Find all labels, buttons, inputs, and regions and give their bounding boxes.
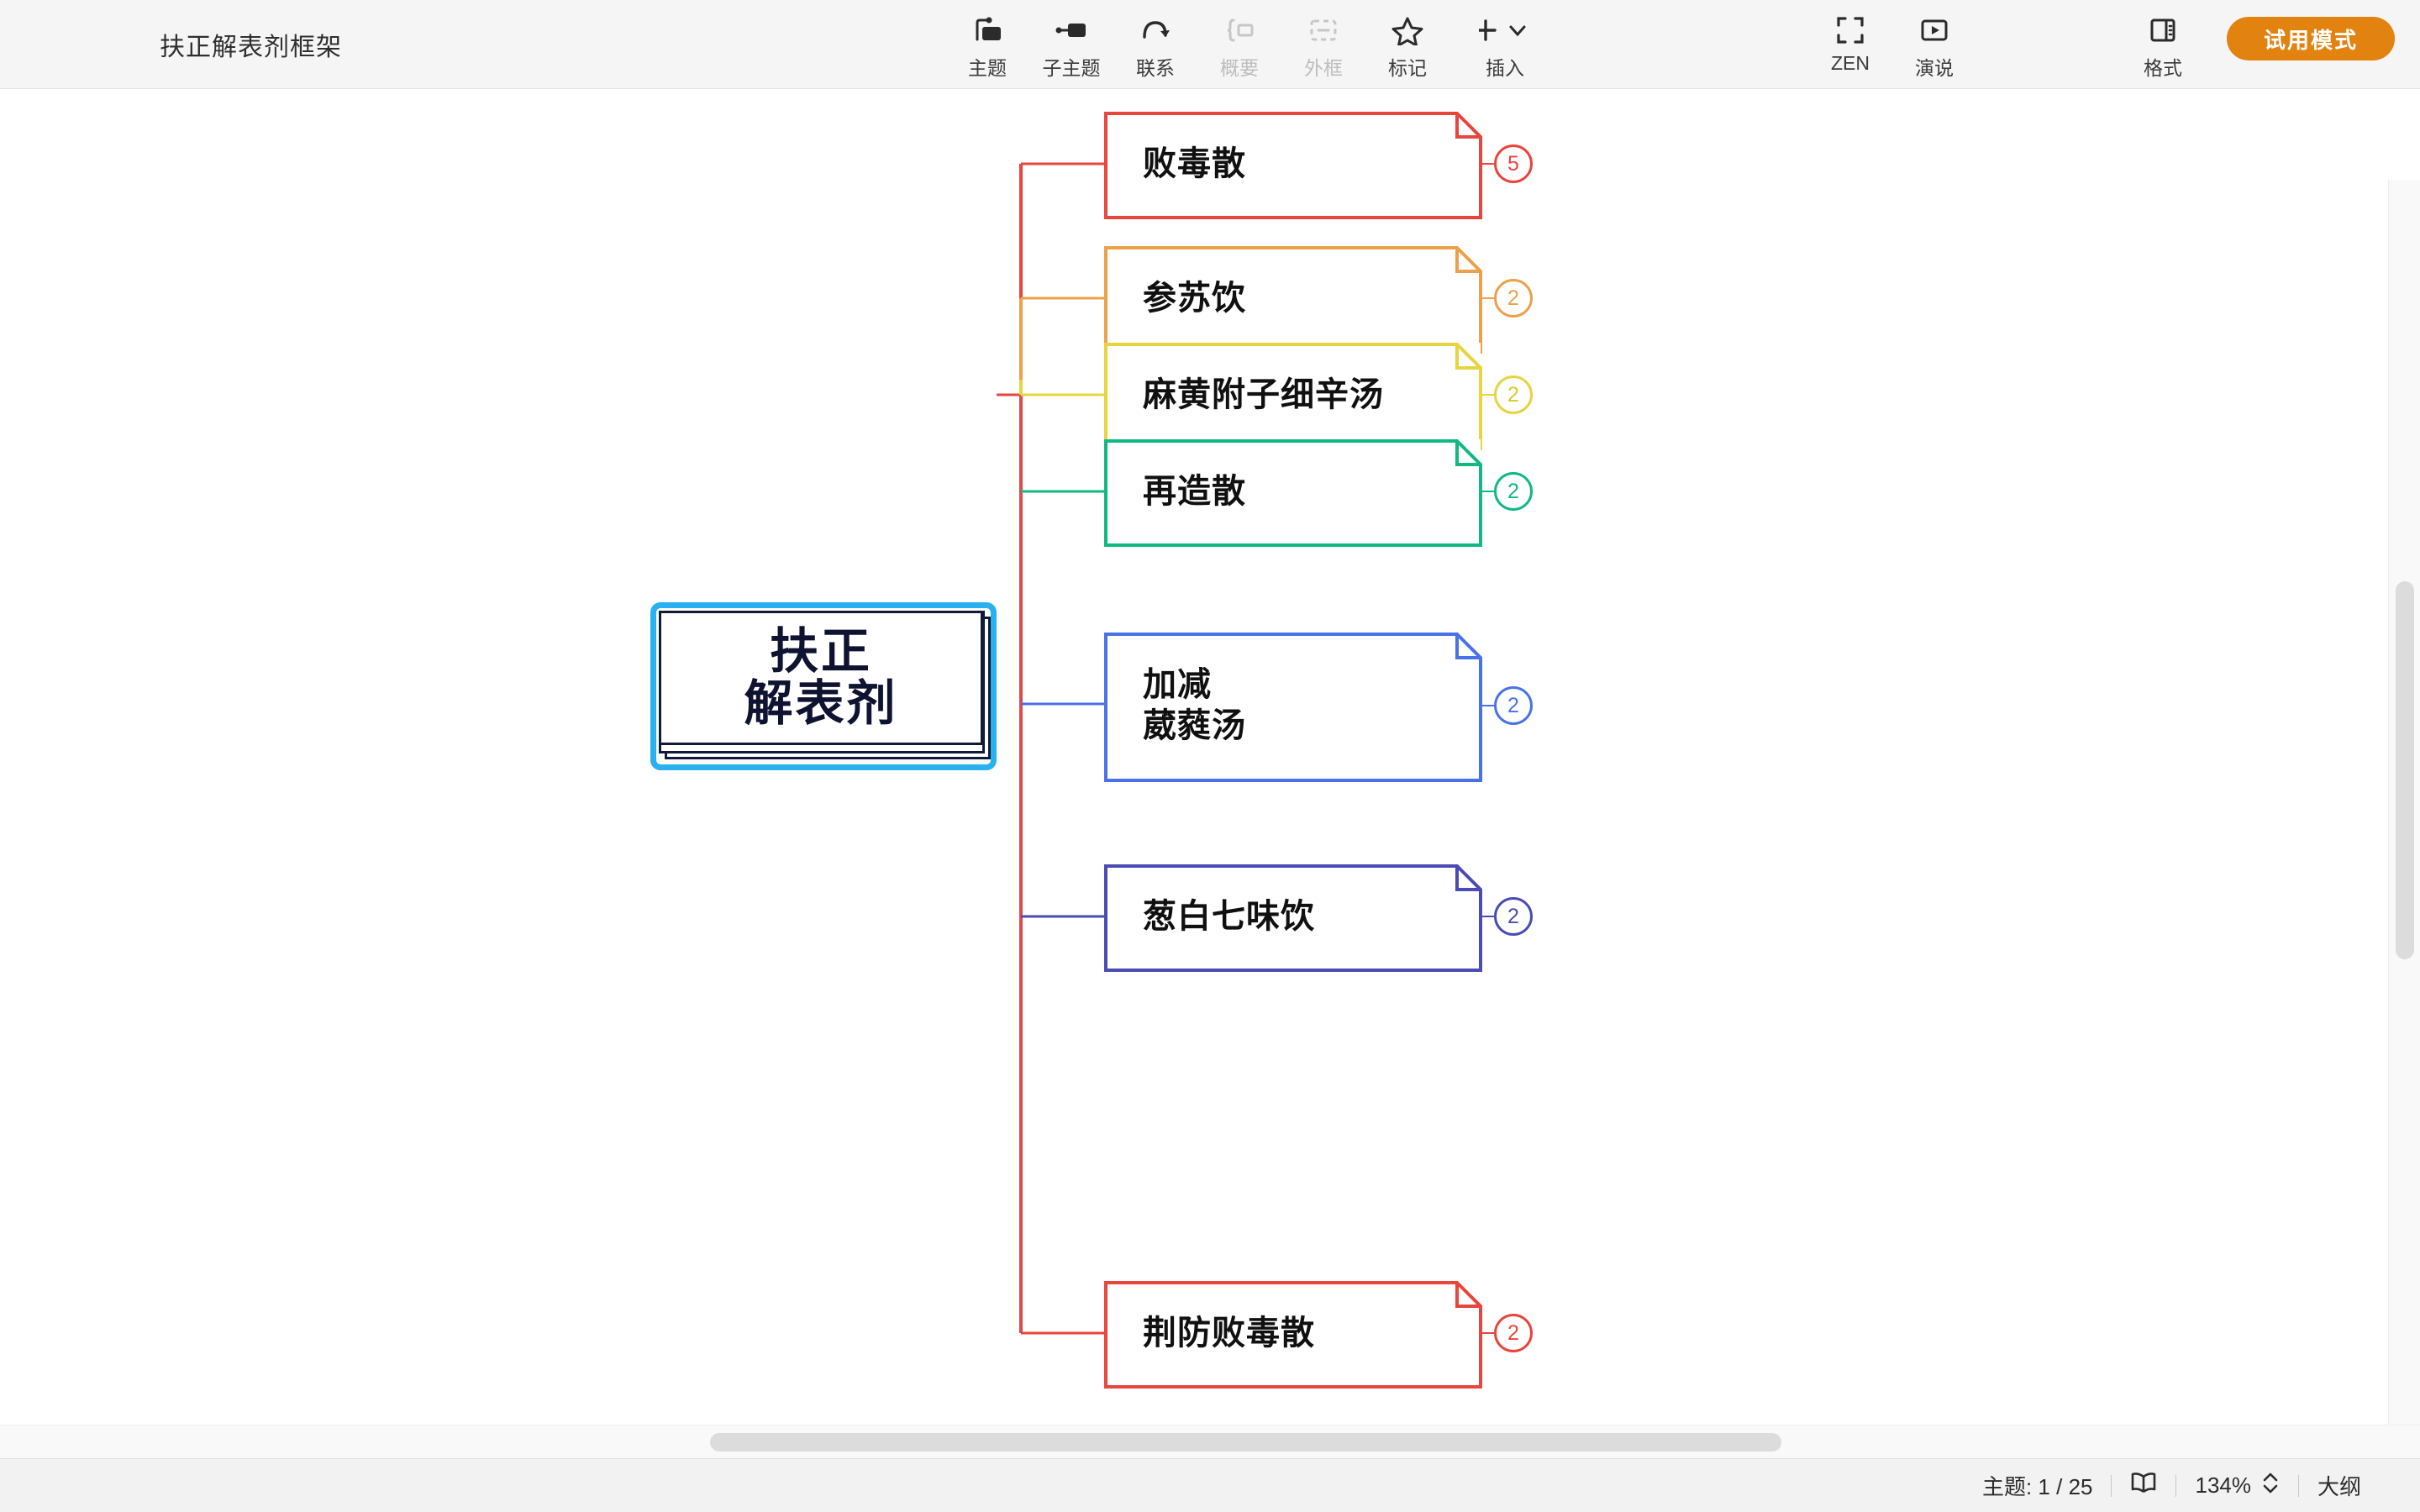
node-label: 荆防败毒散 xyxy=(1143,1281,1447,1385)
node-badge-stub xyxy=(1482,1332,1494,1334)
node-label: 再造散 xyxy=(1143,439,1447,543)
format-panel-icon xyxy=(2149,13,2177,47)
node-badge[interactable]: 2 xyxy=(1494,686,1533,725)
toolbar-label-zen: ZEN xyxy=(1831,52,1870,74)
node-label-line: 葱白七味饮 xyxy=(1143,897,1315,935)
zoom-control[interactable]: 134% xyxy=(2176,1470,2298,1501)
node-badge-stub xyxy=(1482,705,1494,706)
toolbar-label-marker: 标记 xyxy=(1388,57,1427,79)
node-badge-stub xyxy=(1482,394,1494,396)
node-badge[interactable]: 2 xyxy=(1494,375,1533,414)
status-bar-items: 主题: 1 / 25 134% 大纲 xyxy=(1964,1470,2420,1501)
mindmap-node[interactable]: 参苏饮 2 xyxy=(1104,246,1533,354)
toolbar-button-topic[interactable]: 主题 xyxy=(945,5,1029,84)
topic-icon xyxy=(971,13,1003,47)
toolbar-label-relationship: 联系 xyxy=(1136,57,1175,79)
plus-insert-icon xyxy=(1479,13,1531,47)
chevron-up-down-icon[interactable] xyxy=(2261,1470,2280,1501)
node-badge-stub xyxy=(1482,163,1494,165)
node-label-line: 荆防败毒散 xyxy=(1143,1314,1315,1352)
toolbar-button-zen[interactable]: ZEN xyxy=(1808,5,1892,84)
node-badge[interactable]: 5 xyxy=(1494,144,1533,183)
mindmap-node[interactable]: 荆防败毒散 2 xyxy=(1104,1281,1533,1389)
node-label-line: 加减 xyxy=(1143,666,1212,704)
presentation-play-icon xyxy=(1919,13,1949,47)
summary-icon xyxy=(1223,13,1255,47)
map-book-icon xyxy=(2130,1471,2157,1500)
node-label-line: 参苏饮 xyxy=(1143,279,1246,317)
mindmap-node[interactable]: 麻黄附子细辛汤 2 xyxy=(1104,343,1533,450)
mindmap-canvas[interactable]: 扶正 解表剂 败毒散 5 参苏饮 2 麻黄附子细辛汤 2 再造散 2 加减 葳蕤… xyxy=(0,90,2420,1425)
node-label: 加减 葳蕤汤 xyxy=(1143,633,1447,779)
node-badge-stub xyxy=(1482,297,1494,299)
toolbar-button-subtopic[interactable]: 子主题 xyxy=(1029,5,1113,84)
toolbar-button-format[interactable]: 格式 xyxy=(2121,5,2205,84)
horizontal-scrollbar-thumb[interactable] xyxy=(710,1433,1781,1452)
boundary-icon xyxy=(1307,13,1339,47)
mindmap-layer: 扶正 解表剂 败毒散 5 参苏饮 2 麻黄附子细辛汤 2 再造散 2 加减 葳蕤… xyxy=(0,90,2420,1425)
toolbar-button-relationship[interactable]: 联系 xyxy=(1113,5,1197,84)
toolbar-label-summary: 概要 xyxy=(1220,57,1259,79)
trial-mode-button[interactable]: 试用模式 xyxy=(2227,17,2395,60)
zoom-level-label: 134% xyxy=(2195,1473,2251,1498)
node-badge-stub xyxy=(1482,491,1494,492)
node-label-line: 麻黄附子细辛汤 xyxy=(1143,375,1384,413)
root-selection-outline xyxy=(650,602,997,770)
subtopic-icon xyxy=(1055,13,1088,47)
toolbar-button-presentation[interactable]: 演说 xyxy=(1892,5,1976,84)
node-badge[interactable]: 2 xyxy=(1494,897,1533,936)
toolbar-label-format: 格式 xyxy=(2144,57,2182,79)
topic-count-label: 主题: 1 / 25 xyxy=(1981,1474,2093,1499)
document-title: 扶正解表剂框架 xyxy=(160,34,342,61)
map-view-button[interactable] xyxy=(2112,1471,2175,1500)
node-label: 葱白七味饮 xyxy=(1143,864,1447,969)
node-label: 参苏饮 xyxy=(1143,246,1447,350)
mindmap-node[interactable]: 加减 葳蕤汤 2 xyxy=(1104,633,1533,782)
mindmap-root-node[interactable]: 扶正 解表剂 xyxy=(650,602,997,770)
top-toolbar: 扶正解表剂框架 主题 子主题 联系 概要 外框 标记 插入 ZEN 演说 格式 … xyxy=(0,0,2420,89)
toolbar-label-insert: 插入 xyxy=(1486,57,1524,79)
node-badge[interactable]: 2 xyxy=(1494,1314,1533,1352)
toolbar-main-actions: 主题 子主题 联系 概要 外框 标记 插入 xyxy=(945,5,1560,84)
toolbar-button-boundary[interactable]: 外框 xyxy=(1281,5,1365,84)
mindmap-node[interactable]: 葱白七味饮 2 xyxy=(1104,864,1533,972)
topic-count-status: 主题: 1 / 25 xyxy=(1964,1470,2112,1501)
status-bar: 主题: 1 / 25 134% 大纲 xyxy=(0,1458,2420,1512)
outline-label: 大纲 xyxy=(2317,1474,2361,1499)
relationship-icon xyxy=(1139,13,1171,47)
node-label-line: 葳蕤汤 xyxy=(1143,707,1246,744)
node-label: 麻黄附子细辛汤 xyxy=(1143,343,1447,447)
toolbar-right-actions: ZEN 演说 格式 试用模式 xyxy=(1808,5,2420,84)
mindmap-node[interactable]: 再造散 2 xyxy=(1104,439,1533,547)
node-label-line: 败毒散 xyxy=(1143,144,1246,182)
toolbar-label-subtopic: 子主题 xyxy=(1042,57,1101,79)
toolbar-label-presentation: 演说 xyxy=(1915,57,1954,79)
node-badge-stub xyxy=(1482,916,1494,917)
vertical-scrollbar-track[interactable] xyxy=(2388,180,2420,1425)
toolbar-button-insert[interactable]: 插入 xyxy=(1449,5,1560,84)
toolbar-label-topic: 主题 xyxy=(968,57,1007,79)
toolbar-button-summary[interactable]: 概要 xyxy=(1197,5,1281,84)
toolbar-label-boundary: 外框 xyxy=(1304,57,1343,79)
horizontal-scrollbar-track[interactable] xyxy=(0,1425,2420,1458)
node-badge[interactable]: 2 xyxy=(1494,472,1533,511)
vertical-scrollbar-thumb[interactable] xyxy=(2396,581,2414,959)
node-badge[interactable]: 2 xyxy=(1494,279,1533,318)
zen-fullscreen-icon xyxy=(1836,13,1865,47)
node-label: 败毒散 xyxy=(1143,112,1447,216)
star-marker-icon xyxy=(1392,13,1423,47)
outline-view-button[interactable]: 大纲 xyxy=(2299,1470,2380,1501)
mindmap-node[interactable]: 败毒散 5 xyxy=(1104,112,1533,219)
node-label-line: 再造散 xyxy=(1143,472,1246,510)
toolbar-button-marker[interactable]: 标记 xyxy=(1365,5,1449,84)
